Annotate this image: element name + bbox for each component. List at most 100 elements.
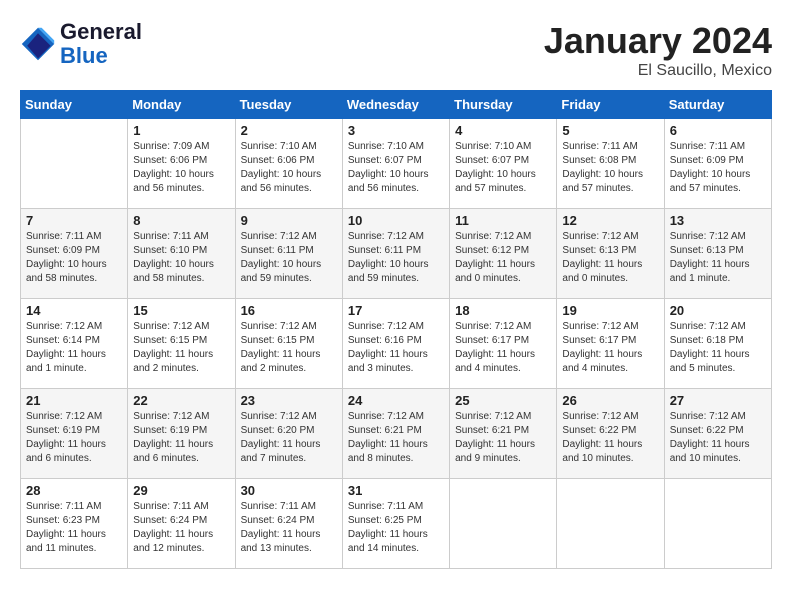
calendar-cell: 31 Sunrise: 7:11 AM Sunset: 6:25 PM Dayli…: [342, 479, 449, 569]
calendar-cell: 28Sunrise: 7:11 AM Sunset: 6:23 PM Dayli…: [21, 479, 128, 569]
day-number: 27: [670, 393, 766, 408]
day-info: Sunrise: 7:12 AM Sunset: 6:19 PM Dayligh…: [133, 410, 229, 466]
day-info: Sunrise: 7:10 AM Sunset: 6:06 PM Dayligh…: [241, 140, 337, 196]
calendar-cell: 7 Sunrise: 7:11 AM Sunset: 6:09 PM Daylig…: [21, 209, 128, 299]
day-number: 21: [26, 393, 122, 408]
calendar-cell: 15Sunrise: 7:12 AM Sunset: 6:15 PM Dayli…: [128, 299, 235, 389]
calendar-cell: 4 Sunrise: 7:10 AM Sunset: 6:07 PM Daylig…: [450, 119, 557, 209]
calendar-cell: 10Sunrise: 7:12 AM Sunset: 6:11 PM Dayli…: [342, 209, 449, 299]
calendar-table: SundayMondayTuesdayWednesdayThursdayFrid…: [20, 90, 772, 569]
day-number: 20: [670, 303, 766, 318]
day-number: 18: [455, 303, 551, 318]
weekday-header-row: SundayMondayTuesdayWednesdayThursdayFrid…: [21, 91, 772, 119]
day-info: Sunrise: 7:09 AM Sunset: 6:06 PM Dayligh…: [133, 140, 229, 196]
day-number: 15: [133, 303, 229, 318]
week-row-4: 21 Sunrise: 7:12 AM Sunset: 6:19 PM Dayli…: [21, 389, 772, 479]
day-number: 30: [241, 483, 337, 498]
logo-text: General Blue: [60, 20, 142, 68]
calendar-cell: 5Sunrise: 7:11 AM Sunset: 6:08 PM Daylig…: [557, 119, 664, 209]
day-info: Sunrise: 7:11 AM Sunset: 6:24 PM Dayligh…: [241, 500, 337, 556]
day-info: Sunrise: 7:11 AM Sunset: 6:09 PM Dayligh…: [670, 140, 766, 196]
calendar-cell: 13 Sunrise: 7:12 AM Sunset: 6:13 PM Dayli…: [664, 209, 771, 299]
calendar-cell: 14 Sunrise: 7:12 AM Sunset: 6:14 PM Dayli…: [21, 299, 128, 389]
day-info: Sunrise: 7:12 AM Sunset: 6:11 PM Dayligh…: [348, 230, 444, 286]
week-row-5: 28Sunrise: 7:11 AM Sunset: 6:23 PM Dayli…: [21, 479, 772, 569]
page-header: General Blue January 2024 El Saucillo, M…: [20, 20, 772, 80]
day-number: 22: [133, 393, 229, 408]
day-number: 31: [348, 483, 444, 498]
weekday-sunday: Sunday: [21, 91, 128, 119]
day-info: Sunrise: 7:12 AM Sunset: 6:12 PM Dayligh…: [455, 230, 551, 286]
calendar-cell: 23Sunrise: 7:12 AM Sunset: 6:20 PM Dayli…: [235, 389, 342, 479]
day-number: 24: [348, 393, 444, 408]
day-info: Sunrise: 7:12 AM Sunset: 6:18 PM Dayligh…: [670, 320, 766, 376]
calendar-body: 1Sunrise: 7:09 AM Sunset: 6:06 PM Daylig…: [21, 119, 772, 569]
calendar-cell: 16 Sunrise: 7:12 AM Sunset: 6:15 PM Dayli…: [235, 299, 342, 389]
day-number: 4: [455, 123, 551, 138]
day-info: Sunrise: 7:12 AM Sunset: 6:20 PM Dayligh…: [241, 410, 337, 466]
calendar-cell: 30 Sunrise: 7:11 AM Sunset: 6:24 PM Dayli…: [235, 479, 342, 569]
day-info: Sunrise: 7:12 AM Sunset: 6:21 PM Dayligh…: [348, 410, 444, 466]
day-number: 13: [670, 213, 766, 228]
calendar-cell: 1Sunrise: 7:09 AM Sunset: 6:06 PM Daylig…: [128, 119, 235, 209]
weekday-thursday: Thursday: [450, 91, 557, 119]
day-info: Sunrise: 7:12 AM Sunset: 6:16 PM Dayligh…: [348, 320, 444, 376]
day-info: Sunrise: 7:11 AM Sunset: 6:10 PM Dayligh…: [133, 230, 229, 286]
calendar-cell: 19Sunrise: 7:12 AM Sunset: 6:17 PM Dayli…: [557, 299, 664, 389]
calendar-cell: 24 Sunrise: 7:12 AM Sunset: 6:21 PM Dayli…: [342, 389, 449, 479]
day-number: 12: [562, 213, 658, 228]
calendar-cell: 12 Sunrise: 7:12 AM Sunset: 6:13 PM Dayli…: [557, 209, 664, 299]
day-number: 11: [455, 213, 551, 228]
calendar-cell: 21 Sunrise: 7:12 AM Sunset: 6:19 PM Dayli…: [21, 389, 128, 479]
calendar-cell: 22 Sunrise: 7:12 AM Sunset: 6:19 PM Dayli…: [128, 389, 235, 479]
weekday-tuesday: Tuesday: [235, 91, 342, 119]
day-number: 8: [133, 213, 229, 228]
calendar-cell: 29Sunrise: 7:11 AM Sunset: 6:24 PM Dayli…: [128, 479, 235, 569]
weekday-saturday: Saturday: [664, 91, 771, 119]
week-row-1: 1Sunrise: 7:09 AM Sunset: 6:06 PM Daylig…: [21, 119, 772, 209]
day-number: 5: [562, 123, 658, 138]
day-info: Sunrise: 7:12 AM Sunset: 6:14 PM Dayligh…: [26, 320, 122, 376]
day-info: Sunrise: 7:12 AM Sunset: 6:15 PM Dayligh…: [241, 320, 337, 376]
day-info: Sunrise: 7:11 AM Sunset: 6:24 PM Dayligh…: [133, 500, 229, 556]
weekday-friday: Friday: [557, 91, 664, 119]
calendar-cell: 25Sunrise: 7:12 AM Sunset: 6:21 PM Dayli…: [450, 389, 557, 479]
day-number: 7: [26, 213, 122, 228]
calendar-cell: 18 Sunrise: 7:12 AM Sunset: 6:17 PM Dayli…: [450, 299, 557, 389]
day-number: 9: [241, 213, 337, 228]
calendar-cell: 6 Sunrise: 7:11 AM Sunset: 6:09 PM Daylig…: [664, 119, 771, 209]
day-info: Sunrise: 7:11 AM Sunset: 6:09 PM Dayligh…: [26, 230, 122, 286]
day-number: 14: [26, 303, 122, 318]
calendar-cell: 3 Sunrise: 7:10 AM Sunset: 6:07 PM Daylig…: [342, 119, 449, 209]
calendar-cell: 26 Sunrise: 7:12 AM Sunset: 6:22 PM Dayli…: [557, 389, 664, 479]
title-block: January 2024 El Saucillo, Mexico: [544, 20, 772, 80]
calendar-cell: [21, 119, 128, 209]
calendar-cell: [557, 479, 664, 569]
day-number: 6: [670, 123, 766, 138]
day-info: Sunrise: 7:12 AM Sunset: 6:13 PM Dayligh…: [562, 230, 658, 286]
day-number: 16: [241, 303, 337, 318]
day-info: Sunrise: 7:12 AM Sunset: 6:22 PM Dayligh…: [562, 410, 658, 466]
day-number: 17: [348, 303, 444, 318]
day-info: Sunrise: 7:12 AM Sunset: 6:13 PM Dayligh…: [670, 230, 766, 286]
day-info: Sunrise: 7:11 AM Sunset: 6:25 PM Dayligh…: [348, 500, 444, 556]
logo: General Blue: [20, 20, 142, 68]
day-number: 25: [455, 393, 551, 408]
calendar-cell: 27Sunrise: 7:12 AM Sunset: 6:22 PM Dayli…: [664, 389, 771, 479]
week-row-3: 14 Sunrise: 7:12 AM Sunset: 6:14 PM Dayli…: [21, 299, 772, 389]
calendar-cell: [664, 479, 771, 569]
weekday-wednesday: Wednesday: [342, 91, 449, 119]
calendar-cell: 11 Sunrise: 7:12 AM Sunset: 6:12 PM Dayli…: [450, 209, 557, 299]
calendar-cell: 8 Sunrise: 7:11 AM Sunset: 6:10 PM Daylig…: [128, 209, 235, 299]
day-info: Sunrise: 7:12 AM Sunset: 6:19 PM Dayligh…: [26, 410, 122, 466]
calendar-cell: [450, 479, 557, 569]
day-info: Sunrise: 7:12 AM Sunset: 6:17 PM Dayligh…: [455, 320, 551, 376]
calendar-cell: 20 Sunrise: 7:12 AM Sunset: 6:18 PM Dayli…: [664, 299, 771, 389]
day-info: Sunrise: 7:10 AM Sunset: 6:07 PM Dayligh…: [455, 140, 551, 196]
day-number: 28: [26, 483, 122, 498]
day-number: 3: [348, 123, 444, 138]
location-subtitle: El Saucillo, Mexico: [544, 62, 772, 80]
day-number: 19: [562, 303, 658, 318]
day-info: Sunrise: 7:10 AM Sunset: 6:07 PM Dayligh…: [348, 140, 444, 196]
day-number: 26: [562, 393, 658, 408]
